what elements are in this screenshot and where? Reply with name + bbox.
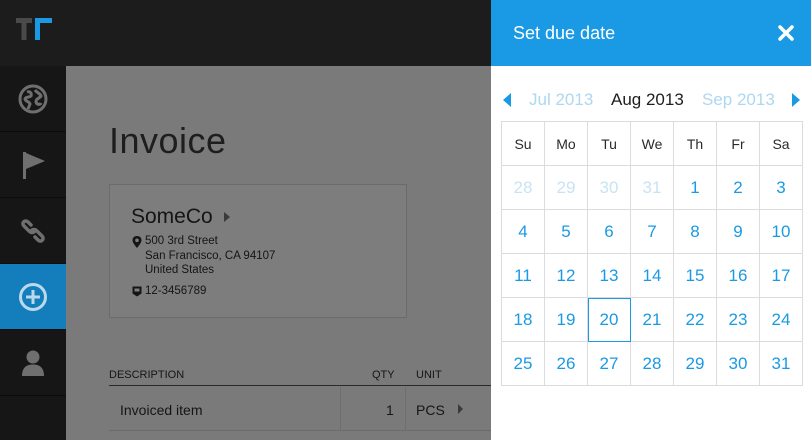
address-line: San Francisco, CA 94107 xyxy=(145,249,276,262)
calendar-day[interactable]: 29 xyxy=(544,165,588,210)
invoice-main: Invoice SomeCo 500 3rd Street San Franci… xyxy=(66,66,491,440)
calendar-day[interactable]: 4 xyxy=(501,209,545,254)
weekday-label: Fr xyxy=(716,121,760,166)
calendar-day[interactable]: 30 xyxy=(716,341,760,386)
week-row: 28 29 30 31 1 2 3 xyxy=(501,165,803,210)
flag-icon xyxy=(23,151,45,179)
id-badge-icon xyxy=(132,286,142,297)
calendar-day[interactable]: 27 xyxy=(587,341,631,386)
calendar-day[interactable]: 9 xyxy=(716,209,760,254)
calendar-day[interactable]: 11 xyxy=(501,253,545,298)
weekday-label: Tu xyxy=(587,121,631,166)
sidebar-item-flag[interactable] xyxy=(0,132,66,198)
logo-icon[interactable] xyxy=(16,18,52,42)
month-navigation: Jul 2013 Aug 2013 Sep 2013 xyxy=(491,86,811,114)
calendar-day[interactable]: 31 xyxy=(759,341,803,386)
weekday-label: Th xyxy=(673,121,717,166)
calendar-day[interactable]: 21 xyxy=(630,297,674,342)
sidebar-item-globe[interactable] xyxy=(0,66,66,132)
calendar-day[interactable]: 6 xyxy=(587,209,631,254)
calendar-day[interactable]: 25 xyxy=(501,341,545,386)
calendar-day[interactable]: 22 xyxy=(673,297,717,342)
row-description[interactable]: Invoiced item xyxy=(120,402,202,418)
prev-month-button[interactable]: Jul 2013 xyxy=(529,90,593,110)
table-header: DESCRIPTION QTY UNIT xyxy=(109,366,491,386)
globe-icon xyxy=(18,84,48,113)
calendar-day[interactable]: 29 xyxy=(673,341,717,386)
calendar-day[interactable]: 12 xyxy=(544,253,588,298)
cell-divider xyxy=(340,387,341,431)
cell-divider xyxy=(405,387,406,431)
calendar-day[interactable]: 30 xyxy=(587,165,631,210)
weekday-label: Su xyxy=(501,121,545,166)
calendar-day[interactable]: 31 xyxy=(630,165,674,210)
calendar-day[interactable]: 16 xyxy=(716,253,760,298)
calendar-day[interactable]: 14 xyxy=(630,253,674,298)
company-name[interactable]: SomeCo xyxy=(131,205,213,229)
calendar-day[interactable]: 24 xyxy=(759,297,803,342)
calendar-day[interactable]: 28 xyxy=(501,165,545,210)
calendar-day-selected[interactable]: 20 xyxy=(587,297,631,342)
close-icon[interactable] xyxy=(775,22,797,44)
calendar-grid: Su Mo Tu We Th Fr Sa 28 29 30 31 1 2 3 4… xyxy=(501,121,803,386)
calendar-day[interactable]: 7 xyxy=(630,209,674,254)
page-title: Invoice xyxy=(109,120,227,161)
calendar-day[interactable]: 15 xyxy=(673,253,717,298)
week-row: 11 12 13 14 15 16 17 xyxy=(501,253,803,298)
calendar-day[interactable]: 13 xyxy=(587,253,631,298)
sidebar-item-add[interactable] xyxy=(0,264,66,330)
user-icon xyxy=(22,350,44,376)
calendar-day[interactable]: 5 xyxy=(544,209,588,254)
row-unit[interactable]: PCS xyxy=(416,402,445,418)
current-month-label: Aug 2013 xyxy=(611,90,684,109)
table-row[interactable]: Invoiced item 1 PCS xyxy=(109,387,491,431)
next-month-arrow-icon[interactable] xyxy=(792,93,800,107)
address-line: United States xyxy=(145,264,215,276)
panel-header: Set due date xyxy=(491,0,811,66)
panel-title: Set due date xyxy=(513,23,616,43)
week-row: 25 26 27 28 29 30 31 xyxy=(501,341,803,386)
location-pin-icon xyxy=(132,236,142,248)
calendar-day[interactable]: 28 xyxy=(630,341,674,386)
column-header-qty: QTY xyxy=(372,369,395,381)
caret-right-icon[interactable] xyxy=(224,212,230,222)
calendar-day[interactable]: 3 xyxy=(759,165,803,210)
calendar-day[interactable]: 17 xyxy=(759,253,803,298)
company-card[interactable]: SomeCo 500 3rd Street San Francisco, CA … xyxy=(109,184,407,318)
week-row: 4 5 6 7 8 9 10 xyxy=(501,209,803,254)
due-date-panel: Set due date Jul 2013 Aug 2013 Sep 2013 … xyxy=(491,0,811,440)
calendar-day[interactable]: 23 xyxy=(716,297,760,342)
weekday-row: Su Mo Tu We Th Fr Sa xyxy=(501,121,803,166)
calendar-day[interactable]: 19 xyxy=(544,297,588,342)
week-row: 18 19 20 21 22 23 24 xyxy=(501,297,803,342)
caret-right-icon[interactable] xyxy=(458,404,463,414)
weekday-label: Mo xyxy=(544,121,588,166)
prev-month-arrow-icon[interactable] xyxy=(503,93,511,107)
link-icon xyxy=(21,218,45,243)
weekday-label: We xyxy=(630,121,674,166)
next-month-button[interactable]: Sep 2013 xyxy=(702,90,775,110)
company-phone: 12-3456789 xyxy=(145,285,207,297)
sidebar-item-user[interactable] xyxy=(0,330,66,396)
calendar-day[interactable]: 10 xyxy=(759,209,803,254)
calendar-day[interactable]: 26 xyxy=(544,341,588,386)
sidebar-nav xyxy=(0,66,66,440)
column-header-description: DESCRIPTION xyxy=(109,369,185,381)
company-address: 500 3rd Street San Francisco, CA 94107 U… xyxy=(145,234,275,278)
sidebar-item-link[interactable] xyxy=(0,198,66,264)
weekday-label: Sa xyxy=(759,121,803,166)
address-line: 500 3rd Street xyxy=(145,235,218,247)
calendar-day[interactable]: 1 xyxy=(673,165,717,210)
row-qty[interactable]: 1 xyxy=(386,402,394,418)
column-header-unit: UNIT xyxy=(416,369,442,381)
calendar-day[interactable]: 18 xyxy=(501,297,545,342)
calendar-day[interactable]: 2 xyxy=(716,165,760,210)
calendar-day[interactable]: 8 xyxy=(673,209,717,254)
plus-circle-icon xyxy=(19,282,47,311)
